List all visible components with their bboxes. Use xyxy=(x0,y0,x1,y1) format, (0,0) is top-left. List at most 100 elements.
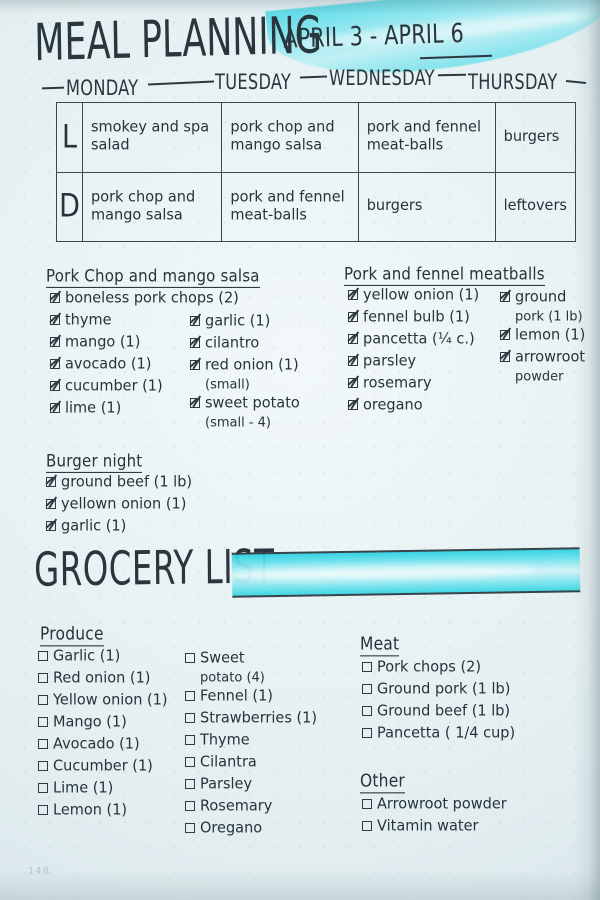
empty-checkbox-icon[interactable] xyxy=(362,821,372,831)
empty-checkbox-icon[interactable] xyxy=(38,761,48,771)
recipe-meatballs-item[interactable]: ground pork (1 lb) xyxy=(500,287,585,325)
page-shadow-right xyxy=(574,0,600,900)
empty-checkbox-icon[interactable] xyxy=(185,653,195,663)
recipe-pork-chop-item[interactable]: sweet potato (small - 4) xyxy=(190,393,300,431)
meal-cell-wednesday-dinner[interactable]: burgers xyxy=(357,171,496,242)
recipe-meatballs-label: fennel bulb (1) xyxy=(363,309,470,326)
checked-checkbox-icon[interactable] xyxy=(500,330,510,340)
checked-checkbox-icon[interactable] xyxy=(50,293,60,303)
meal-cell-monday-lunch[interactable]: smokey and spa salad xyxy=(81,102,223,173)
empty-checkbox-icon[interactable] xyxy=(185,735,195,745)
grocery-produce-item[interactable]: Cucumber (1) xyxy=(38,756,168,777)
recipe-pork-chop-sublabel: (small - 4) xyxy=(205,415,271,431)
grocery-meat-item[interactable]: Pork chops (2) xyxy=(362,657,515,678)
recipe-meatballs-item[interactable]: arrowroot powder xyxy=(500,347,585,385)
grocery-produce-item[interactable]: Strawberries (1) xyxy=(185,708,317,729)
recipe-meatballs-item[interactable]: yellow onion (1) xyxy=(348,285,479,306)
grocery-produce-item[interactable]: Avocado (1) xyxy=(38,734,168,755)
meal-cell-monday-dinner[interactable]: pork chop and mango salsa xyxy=(81,171,223,242)
checked-checkbox-icon[interactable] xyxy=(50,337,60,347)
checked-checkbox-icon[interactable] xyxy=(190,360,200,370)
checked-checkbox-icon[interactable] xyxy=(348,312,358,322)
grocery-other-item[interactable]: Arrowroot powder xyxy=(362,794,507,815)
checked-checkbox-icon[interactable] xyxy=(348,334,358,344)
empty-checkbox-icon[interactable] xyxy=(38,651,48,661)
checked-checkbox-icon[interactable] xyxy=(348,378,358,388)
recipe-pork-chop-label: sweet potato (small - 4) xyxy=(205,395,300,431)
empty-checkbox-icon[interactable] xyxy=(38,695,48,705)
checked-checkbox-icon[interactable] xyxy=(50,315,60,325)
checked-checkbox-icon[interactable] xyxy=(46,499,56,509)
recipe-burger-night-item[interactable]: garlic (1) xyxy=(46,516,192,537)
checked-checkbox-icon[interactable] xyxy=(190,338,200,348)
grocery-produce-item[interactable]: Parsley xyxy=(185,774,317,795)
recipe-meatballs-item[interactable]: lemon (1) xyxy=(500,325,585,346)
empty-checkbox-icon[interactable] xyxy=(185,801,195,811)
meal-text: pork and fennel meat-balls xyxy=(366,119,481,155)
checked-checkbox-icon[interactable] xyxy=(500,292,510,302)
grocery-produce-item[interactable]: Thyme xyxy=(185,730,317,751)
grocery-meat-item[interactable]: Ground beef (1 lb) xyxy=(362,701,515,722)
meal-cell-thursday-dinner[interactable]: leftovers xyxy=(494,171,577,242)
empty-checkbox-icon[interactable] xyxy=(38,805,48,815)
recipe-burger-night-item[interactable]: yellown onion (1) xyxy=(46,494,192,515)
recipe-pork-chop-item[interactable]: cilantro xyxy=(190,333,300,354)
grocery-produce-item[interactable]: Mango (1) xyxy=(38,712,168,733)
empty-checkbox-icon[interactable] xyxy=(38,717,48,727)
empty-checkbox-icon[interactable] xyxy=(185,823,195,833)
grocery-produce-item[interactable]: Lemon (1) xyxy=(38,800,168,821)
recipe-meatballs-item[interactable]: oregano xyxy=(348,395,479,416)
recipe-pork-chop-item[interactable]: red onion (1) (small) xyxy=(190,355,300,393)
empty-checkbox-icon[interactable] xyxy=(362,799,372,809)
grocery-meat-label: Pork chops (2) xyxy=(377,659,482,676)
grocery-produce-item[interactable]: Sweet potato (4) xyxy=(185,648,317,686)
recipe-meatballs-item[interactable]: pancetta (¼ c.) xyxy=(348,329,479,350)
empty-checkbox-icon[interactable] xyxy=(185,713,195,723)
grocery-produce-item[interactable]: Garlic (1) xyxy=(38,646,168,667)
empty-checkbox-icon[interactable] xyxy=(38,673,48,683)
checked-checkbox-icon[interactable] xyxy=(50,381,60,391)
grocery-produce-item[interactable]: Cilantra xyxy=(185,752,317,773)
checked-checkbox-icon[interactable] xyxy=(46,521,56,531)
empty-checkbox-icon[interactable] xyxy=(362,706,372,716)
checked-checkbox-icon[interactable] xyxy=(348,356,358,366)
checked-checkbox-icon[interactable] xyxy=(348,290,358,300)
meal-cell-wednesday-lunch[interactable]: pork and fennel meat-balls xyxy=(357,102,496,173)
checked-checkbox-icon[interactable] xyxy=(46,477,56,487)
checked-checkbox-icon[interactable] xyxy=(190,316,200,326)
grocery-produce-item[interactable]: Fennel (1) xyxy=(185,686,317,707)
grocery-produce-item[interactable]: Yellow onion (1) xyxy=(38,690,168,711)
empty-checkbox-icon[interactable] xyxy=(185,757,195,767)
recipe-pork-chop-label: red onion (1) (small) xyxy=(205,357,299,393)
recipe-pork-chop-item[interactable]: garlic (1) xyxy=(190,311,300,332)
recipe-meatballs-item[interactable]: rosemary xyxy=(348,373,479,394)
empty-checkbox-icon[interactable] xyxy=(362,684,372,694)
grocery-produce-item[interactable]: Rosemary xyxy=(185,796,317,817)
recipe-pork-chop-item[interactable]: boneless pork chops (2) xyxy=(50,288,239,309)
grocery-meat-item[interactable]: Ground pork (1 lb) xyxy=(362,679,515,700)
empty-checkbox-icon[interactable] xyxy=(362,662,372,672)
empty-checkbox-icon[interactable] xyxy=(185,779,195,789)
empty-checkbox-icon[interactable] xyxy=(38,739,48,749)
grocery-produce-item[interactable]: Red onion (1) xyxy=(38,668,168,689)
dash-mon-tue xyxy=(147,80,215,86)
empty-checkbox-icon[interactable] xyxy=(185,691,195,701)
meal-cell-tuesday-lunch[interactable]: pork chop and mango salsa xyxy=(221,102,359,173)
grocery-produce-item[interactable]: Oregano xyxy=(185,818,317,839)
recipe-meatballs-item[interactable]: parsley xyxy=(348,351,479,372)
checked-checkbox-icon[interactable] xyxy=(190,398,200,408)
empty-checkbox-icon[interactable] xyxy=(38,783,48,793)
grocery-other-item[interactable]: Vitamin water xyxy=(362,816,507,837)
empty-checkbox-icon[interactable] xyxy=(362,728,372,738)
grocery-produce-item[interactable]: Lime (1) xyxy=(38,778,168,799)
checked-checkbox-icon[interactable] xyxy=(50,403,60,413)
meal-cell-tuesday-dinner[interactable]: pork and fennel meat-balls xyxy=(221,171,359,242)
checked-checkbox-icon[interactable] xyxy=(50,359,60,369)
meal-cell-thursday-lunch[interactable]: burgers xyxy=(494,102,577,173)
checked-checkbox-icon[interactable] xyxy=(348,400,358,410)
recipe-pork-chop-label: boneless pork chops (2) xyxy=(65,290,239,307)
recipe-burger-night-item[interactable]: ground beef (1 lb) xyxy=(46,472,192,493)
recipe-meatballs-item[interactable]: fennel bulb (1) xyxy=(348,307,479,328)
grocery-meat-item[interactable]: Pancetta ( 1/4 cup) xyxy=(362,723,515,744)
checked-checkbox-icon[interactable] xyxy=(500,352,510,362)
